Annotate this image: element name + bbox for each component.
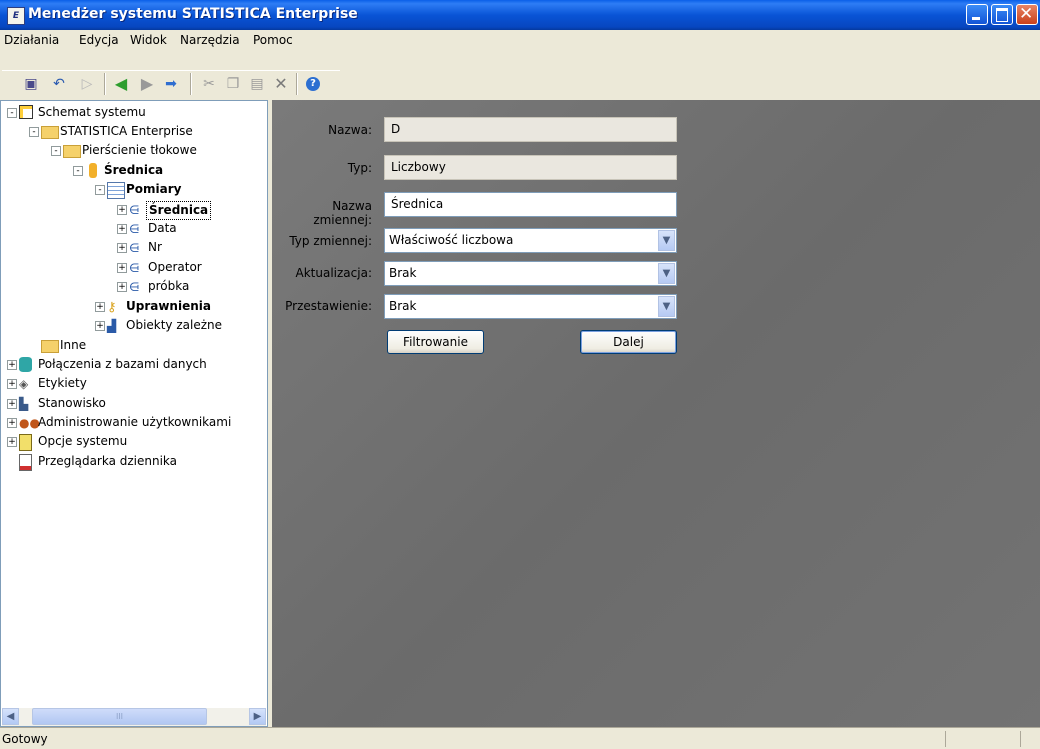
przestawienie-value: Brak xyxy=(389,299,417,313)
copy-icon[interactable]: ❐ xyxy=(224,75,242,93)
properties-icon[interactable]: ▣ xyxy=(22,75,40,93)
table-icon xyxy=(107,182,125,199)
przestawienie-select[interactable]: Brak ▼ xyxy=(384,294,677,319)
play-icon[interactable]: ▷ xyxy=(78,75,96,93)
workstation-icon: ▙ xyxy=(19,397,29,411)
toolbar-separator xyxy=(104,73,106,95)
chevron-down-icon[interactable]: ▼ xyxy=(658,230,675,251)
status-text: Gotowy xyxy=(2,732,48,746)
system-tree: - Schemat systemu - STATISTICA Enterprise … xyxy=(0,100,268,727)
toolbar-separator xyxy=(296,73,298,95)
expand-toggle-icon[interactable]: + xyxy=(7,437,17,447)
scroll-right-icon[interactable]: ▶ xyxy=(249,708,266,725)
folder-icon xyxy=(41,126,59,139)
nazwa-zmiennej-input[interactable]: Średnica xyxy=(384,192,677,217)
dependents-icon: ▟ xyxy=(107,319,117,333)
database-icon xyxy=(19,357,32,372)
paste-icon[interactable]: ▤ xyxy=(248,75,266,93)
menu-dzialania[interactable]: Działania xyxy=(4,33,59,47)
schema-icon xyxy=(19,105,33,119)
window-title: Menedżer systemu STATISTICA Enterprise xyxy=(28,6,358,22)
expand-toggle-icon[interactable]: + xyxy=(117,263,127,273)
chevron-down-icon[interactable]: ▼ xyxy=(658,296,675,317)
status-bar: Gotowy xyxy=(0,727,1040,749)
help-icon[interactable]: ? xyxy=(304,75,322,93)
filtrowanie-button[interactable]: Filtrowanie xyxy=(387,330,484,354)
expand-toggle-icon[interactable]: + xyxy=(117,224,127,234)
variable-icon: ⋳ xyxy=(129,203,140,217)
options-icon xyxy=(19,434,32,451)
dalej-button[interactable]: Dalej xyxy=(580,330,677,354)
expand-toggle-icon[interactable]: + xyxy=(117,243,127,253)
log-icon xyxy=(19,454,32,471)
collapse-toggle-icon[interactable]: - xyxy=(51,146,61,156)
scroll-thumb[interactable]: III xyxy=(32,708,207,725)
expand-toggle-icon[interactable]: + xyxy=(95,302,105,312)
menu-edycja[interactable]: Edycja xyxy=(79,33,119,47)
menu-widok[interactable]: Widok xyxy=(130,33,167,47)
close-icon: ✕ xyxy=(1019,4,1034,24)
expand-toggle-icon[interactable]: + xyxy=(7,360,17,370)
cut-icon[interactable]: ✂ xyxy=(200,75,218,93)
menu-narzedzia[interactable]: Narzędzia xyxy=(180,33,240,47)
maximize-icon xyxy=(996,8,1008,22)
expand-toggle-icon[interactable]: + xyxy=(117,205,127,215)
typ-label: Typ: xyxy=(347,161,372,175)
maximize-button[interactable] xyxy=(991,4,1013,25)
back-icon[interactable]: ◀ xyxy=(112,75,130,93)
status-divider xyxy=(1020,731,1021,747)
title-bar: E Menedżer systemu STATISTICA Enterprise… xyxy=(0,0,1040,30)
toolbar-separator xyxy=(190,73,192,95)
label-icon: ◈ xyxy=(19,377,29,391)
variable-icon: ⋳ xyxy=(129,222,140,236)
characteristic-icon xyxy=(89,163,97,178)
chevron-down-icon[interactable]: ▼ xyxy=(658,263,675,284)
nazwa-label: Nazwa: xyxy=(328,123,372,137)
nazwa-zmiennej-label: Nazwa zmiennej: xyxy=(313,199,372,227)
app-icon: E xyxy=(7,7,25,25)
variable-icon: ⋳ xyxy=(129,261,140,275)
aktualizacja-select[interactable]: Brak ▼ xyxy=(384,261,677,286)
aktualizacja-value: Brak xyxy=(389,266,417,280)
collapse-toggle-icon[interactable]: - xyxy=(95,185,105,195)
forward-icon[interactable]: ▶ xyxy=(138,75,156,93)
expand-toggle-icon[interactable]: + xyxy=(117,282,127,292)
variable-icon: ⋳ xyxy=(129,280,140,294)
scroll-left-icon[interactable]: ◀ xyxy=(2,708,19,725)
properties-panel: Nazwa: D Typ: Liczbowy Nazwa zmiennej: Ś… xyxy=(272,100,1040,727)
minimize-button[interactable] xyxy=(966,4,988,25)
collapse-toggle-icon[interactable]: - xyxy=(29,127,39,137)
minimize-icon xyxy=(972,17,980,20)
toolbar: ▣ ↶ ▷ ◀ ▶ ➡ ✂ ❐ ▤ ✕ ? xyxy=(0,50,1040,100)
close-button[interactable]: ✕ xyxy=(1016,4,1038,25)
typ-field: Liczbowy xyxy=(384,155,677,180)
collapse-toggle-icon[interactable]: - xyxy=(7,108,17,118)
users-icon: ●● xyxy=(19,416,40,430)
collapse-toggle-icon[interactable]: - xyxy=(73,166,83,176)
przestawienie-label: Przestawienie: xyxy=(285,299,372,313)
menu-pomoc[interactable]: Pomoc xyxy=(253,33,293,47)
delete-icon[interactable]: ✕ xyxy=(272,75,290,93)
folder-icon xyxy=(63,145,81,158)
folder-icon xyxy=(41,340,59,353)
toolbar-divider xyxy=(2,70,340,71)
expand-toggle-icon[interactable]: + xyxy=(7,418,17,428)
horizontal-scrollbar[interactable]: ◀ III ▶ xyxy=(2,708,266,726)
variable-icon: ⋳ xyxy=(129,241,140,255)
expand-toggle-icon[interactable]: + xyxy=(7,379,17,389)
aktualizacja-label: Aktualizacja: xyxy=(295,266,372,280)
arrow-right-icon[interactable]: ➡ xyxy=(162,75,180,93)
nazwa-field: D xyxy=(384,117,677,142)
typ-zmiennej-label: Typ zmiennej: xyxy=(289,234,372,248)
menu-bar: Działania Edycja Widok Narzędzia Pomoc xyxy=(0,30,1040,50)
expand-toggle-icon[interactable]: + xyxy=(7,399,17,409)
undo-icon[interactable]: ↶ xyxy=(50,75,68,93)
key-icon: ⚷ xyxy=(107,300,117,315)
status-divider xyxy=(945,731,946,747)
typ-zmiennej-select[interactable]: Właściwość liczbowa ▼ xyxy=(384,228,677,253)
typ-zmiennej-value: Właściwość liczbowa xyxy=(389,233,514,247)
expand-toggle-icon[interactable]: + xyxy=(95,321,105,331)
